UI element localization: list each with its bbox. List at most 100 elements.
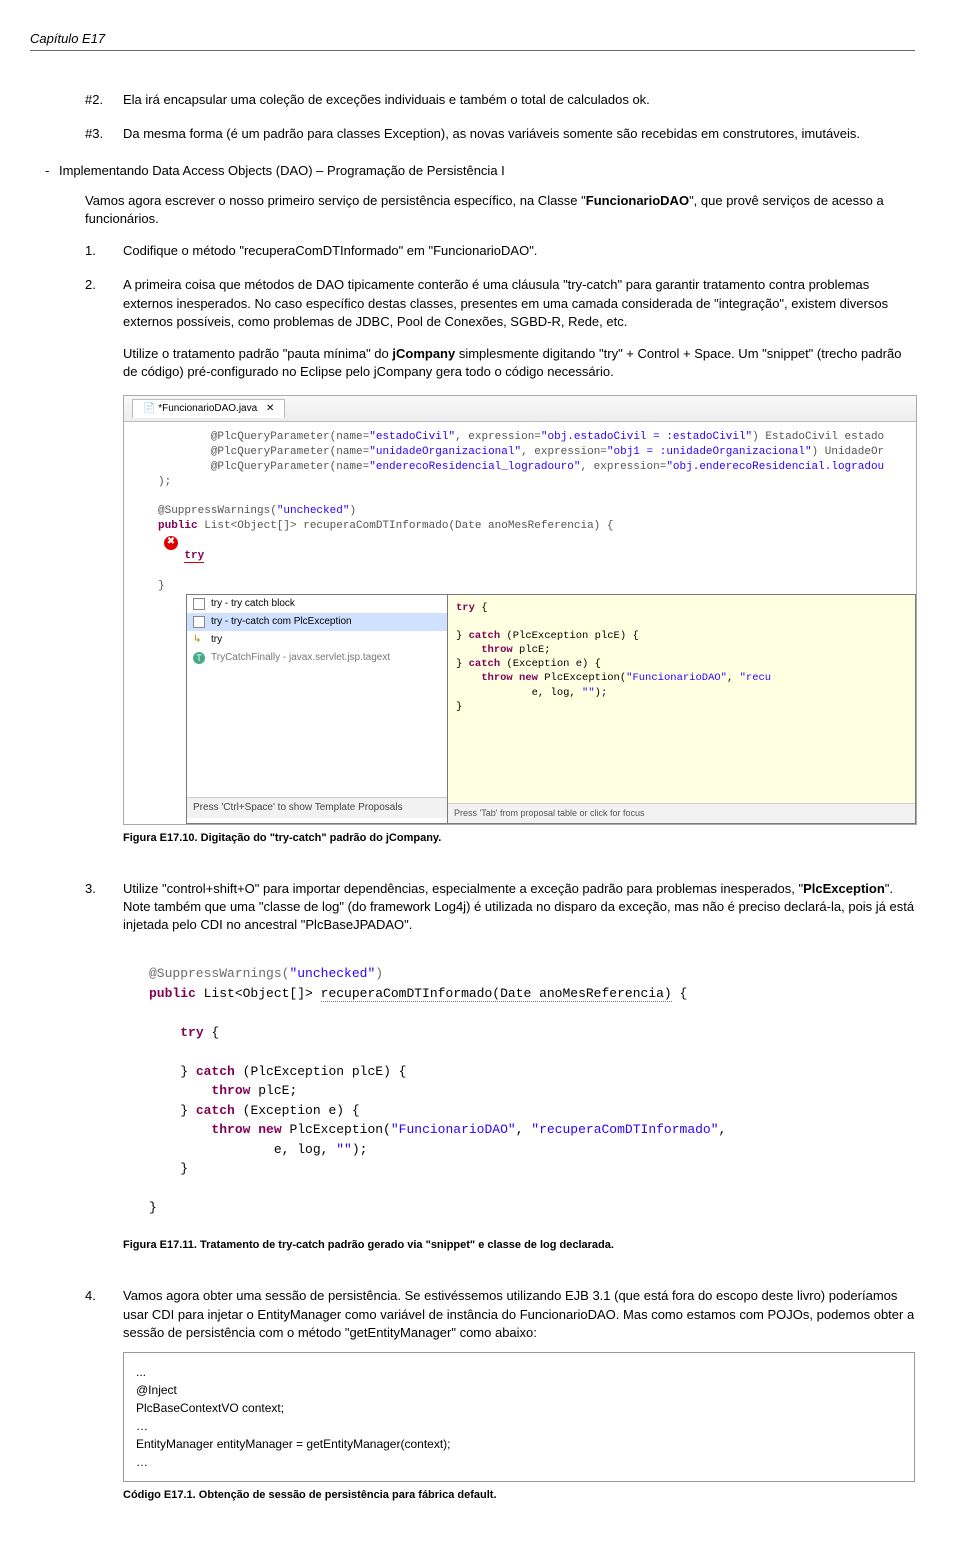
text: PlcException( — [282, 1122, 391, 1137]
text: Utilize "control+shift+O" para importar … — [123, 881, 803, 896]
text: PlcException( — [538, 672, 626, 684]
popup-footer: Press 'Ctrl+Space' to show Template Prop… — [187, 797, 447, 818]
text: { — [204, 1025, 220, 1040]
error-marker-icon: ✖ — [164, 536, 178, 550]
text: } — [456, 700, 907, 714]
marker: 3. — [85, 880, 123, 1271]
text: public — [149, 986, 196, 1001]
type-icon: T — [193, 652, 205, 664]
section-title-text: Implementando Data Access Objects (DAO) … — [59, 163, 505, 178]
text: (PlcException plcE) { — [500, 630, 639, 642]
text: recuperaComDTInformado(Date anoMesRefere… — [321, 986, 672, 1002]
chapter-header: Capítulo E17 — [30, 30, 915, 51]
text: Vamos agora escrever o nosso primeiro se… — [85, 193, 586, 208]
text: "unchecked" — [289, 966, 375, 981]
text: (Exception e) { — [500, 658, 601, 670]
autocomplete-popup: try - try catch block try - try-catch co… — [124, 594, 916, 824]
chapter-label: Capítulo E17 — [30, 31, 105, 46]
text: ) — [375, 966, 383, 981]
text: plcE; — [250, 1083, 297, 1098]
text: , expression= — [521, 446, 607, 458]
text: "estadoCivil" — [369, 431, 455, 443]
editor-tab[interactable]: 📄 *FuncionarioDAO.java ✕ — [132, 399, 285, 418]
text: , — [727, 672, 740, 684]
text: (PlcException plcE) { — [235, 1064, 407, 1079]
proposal-item-selected[interactable]: try - try-catch com PlcException — [187, 613, 447, 631]
text: "" — [336, 1142, 352, 1157]
text: @PlcQueryParameter(name= — [211, 431, 369, 443]
proposal-preview: try { } catch (PlcException plcE) { thro… — [448, 594, 916, 824]
text: try — [184, 550, 204, 563]
proposal-item[interactable]: TTryCatchFinally - javax.servlet.jsp.tag… — [187, 649, 447, 667]
item-body: Vamos agora obter uma sessão de persistê… — [123, 1287, 915, 1521]
text: try — [211, 633, 222, 647]
text: e, log, — [274, 1142, 336, 1157]
text: public — [158, 520, 198, 532]
text: throw — [481, 644, 513, 656]
code-snippet: @SuppressWarnings("unchecked") public Li… — [123, 950, 915, 1232]
code-editor[interactable]: @PlcQueryParameter(name="estadoCivil", e… — [124, 422, 916, 593]
text: catch — [196, 1064, 235, 1079]
step-2: 2. A primeira coisa que métodos de DAO t… — [85, 276, 915, 864]
text: "unidadeOrganizacional" — [369, 446, 521, 458]
text: catch — [469, 658, 501, 670]
text: } — [158, 579, 902, 594]
text: ) EstadoCivil estado — [752, 431, 884, 443]
text: , — [516, 1122, 532, 1137]
bold: PlcException — [803, 881, 885, 896]
item-body: Utilize "control+shift+O" para importar … — [123, 880, 915, 1271]
marker: #2. — [85, 91, 123, 109]
text: { — [672, 986, 688, 1001]
text: try - try catch block — [211, 597, 295, 611]
preview-footer: Press 'Tab' from proposal table or click… — [448, 803, 915, 822]
text: ) — [349, 505, 356, 517]
cursor-icon: ↳ — [193, 633, 205, 647]
close-icon[interactable]: ✕ — [266, 403, 274, 414]
text: @PlcQueryParameter(name= — [211, 446, 369, 458]
text: @SuppressWarnings( — [149, 966, 289, 981]
text: ); — [595, 687, 608, 699]
text: "recuperaComDTInformado" — [531, 1122, 718, 1137]
paragraph: Vamos agora obter uma sessão de persistê… — [123, 1287, 915, 1342]
text: } — [149, 1198, 901, 1218]
dash: - — [45, 163, 49, 178]
hash-item-3: #3. Da mesma forma (é um padrão para cla… — [85, 125, 915, 143]
text: catch — [469, 630, 501, 642]
text: , expression= — [455, 431, 541, 443]
text: "unchecked" — [277, 505, 350, 517]
text: } — [456, 658, 469, 670]
text: @PlcQueryParameter(name= — [211, 461, 369, 473]
hash-item-2: #2. Ela irá encapsular uma coleção de ex… — [85, 91, 915, 109]
text: "" — [582, 687, 595, 699]
text: "recu — [740, 672, 772, 684]
text: "obj.estadoCivil = :estadoCivil" — [541, 431, 752, 443]
section-heading: - Implementando Data Access Objects (DAO… — [45, 162, 915, 180]
text: , — [719, 1122, 727, 1137]
text: "obj1 = :unidadeOrganizacional" — [607, 446, 812, 458]
code-caption: Código E17.1. Obtenção de sessão de pers… — [123, 1488, 915, 1503]
text: "FuncionarioDAO" — [626, 672, 727, 684]
text: ); — [158, 475, 902, 490]
text: throw new — [211, 1122, 281, 1137]
text: ) UnidadeOr — [812, 446, 885, 458]
section-intro: Vamos agora escrever o nosso primeiro se… — [85, 192, 915, 228]
text: "enderecoResidencial_logradouro" — [369, 461, 580, 473]
text: try — [180, 1025, 203, 1040]
template-icon — [193, 616, 205, 628]
text: (Exception e) { — [235, 1103, 360, 1118]
text: } — [456, 630, 469, 642]
tab-label: *FuncionarioDAO.java — [158, 403, 257, 414]
text: } — [180, 1103, 196, 1118]
proposal-list[interactable]: try - try catch block try - try-catch co… — [186, 594, 448, 824]
text: "obj.enderecoResidencial.logradou — [666, 461, 884, 473]
text: } — [180, 1161, 188, 1176]
text: catch — [196, 1103, 235, 1118]
text: e, log, — [532, 687, 582, 699]
paragraph: A primeira coisa que métodos de DAO tipi… — [123, 276, 915, 331]
text: throw new — [481, 672, 538, 684]
text: , expression= — [580, 461, 666, 473]
proposal-item[interactable]: try - try catch block — [187, 595, 447, 613]
item-body: Codifique o método "recuperaComDTInforma… — [123, 242, 915, 260]
marker: 1. — [85, 242, 123, 260]
proposal-item[interactable]: ↳ try — [187, 631, 447, 649]
